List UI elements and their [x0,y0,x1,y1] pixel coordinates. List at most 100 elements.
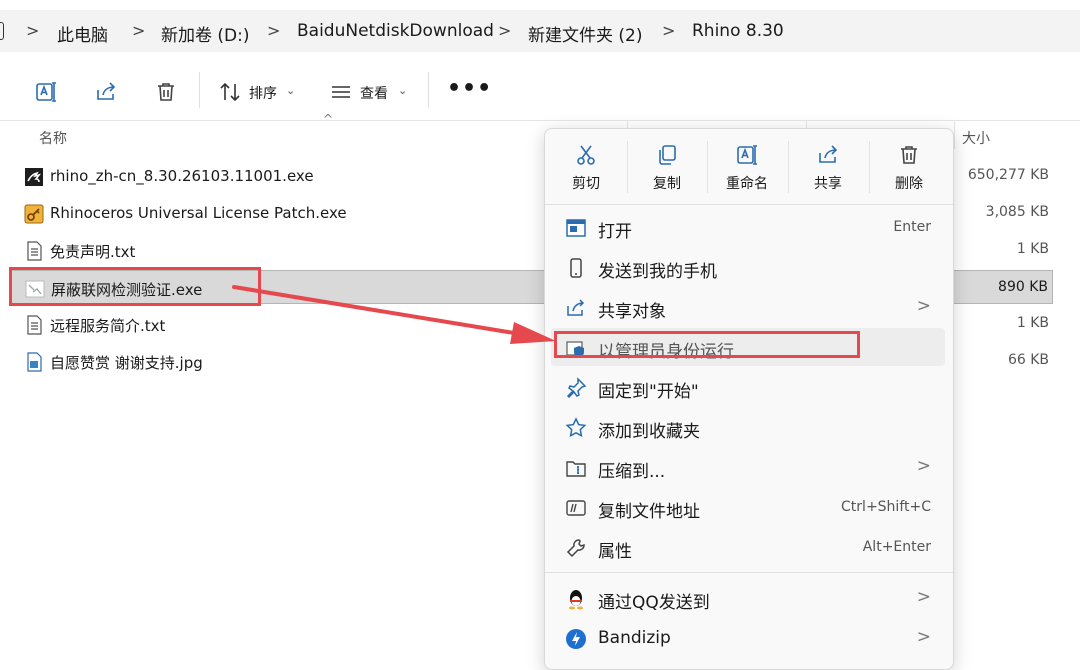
chevron-right-icon: > [916,456,931,476]
file-size: 890 KB [998,279,1048,295]
sort-button[interactable]: 排序 [249,83,277,103]
breadcrumb-item-rhino[interactable]: Rhino 8.30 [692,21,784,41]
rename-button[interactable]: 重命名 [712,139,782,199]
star-icon [565,417,587,439]
menu-item-shortcut: Enter [893,219,931,235]
menu-item-label: 固定到"开始" [598,382,699,402]
toolbar-divider [199,72,200,108]
breadcrumb-item-new-folder[interactable]: 新建文件夹 (2) [528,21,642,46]
breadcrumb-separator: > [26,21,40,40]
menu-item-add-favorites[interactable]: 添加到收藏夹 [551,408,945,446]
phone-icon [565,257,587,279]
share-button[interactable]: 共享 [793,139,863,199]
rename-icon[interactable] [34,80,58,104]
cut-icon [577,145,595,165]
menu-item-bandizip[interactable]: Bandizip > [551,619,945,657]
breadcrumb-item-drive-d[interactable]: 新加卷 (D:) [161,21,250,46]
text-file-icon [24,315,44,335]
menu-item-label: 添加到收藏夹 [598,422,700,442]
menu-item-label: 属性 [598,542,632,562]
copy-button[interactable]: 复制 [632,139,702,199]
chevron-right-icon: > [916,587,931,607]
view-icon[interactable] [329,80,353,104]
toolbar-divider [428,72,429,108]
quick-action-divider [707,141,708,193]
open-icon [565,217,587,239]
menu-item-label: 共享对象 [598,302,666,322]
menu-item-shortcut: Ctrl+Shift+C [841,499,931,515]
chevron-down-icon: ⌄ [398,84,408,97]
sort-caret-icon: ^ [323,112,334,126]
delete-icon [901,146,917,164]
menu-item-compress-to[interactable]: 压缩到... > [551,448,945,486]
menu-separator [545,204,953,205]
breadcrumb-item-baidunetdisk[interactable]: BaiduNetdiskDownload [297,21,494,41]
delete-button[interactable]: 删除 [874,139,944,199]
rename-label: 重命名 [726,176,768,192]
rhino-exe-icon [24,167,44,187]
delete-icon[interactable] [154,80,178,104]
view-button[interactable]: 查看 [360,83,388,103]
file-name: rhino_zh-cn_8.30.26103.11001.exe [50,167,314,185]
copy-label: 复制 [653,176,681,192]
qq-icon [565,588,587,610]
file-size: 66 KB [1007,352,1049,368]
menu-item-send-via-qq[interactable]: 通过QQ发送到 > [551,579,945,617]
breadcrumb-separator: > [132,21,146,40]
image-file-icon [24,352,44,372]
file-name: 免责声明.txt [50,243,136,261]
file-size: 1 KB [1016,315,1049,331]
zip-folder-icon [565,457,587,479]
cut-button[interactable]: 剪切 [551,139,621,199]
menu-item-send-to-phone[interactable]: 发送到我的手机 [551,248,945,286]
menu-item-properties[interactable]: 属性 Alt+Enter [551,528,945,566]
rename-icon [737,145,757,165]
chevron-right-icon: > [916,627,931,647]
menu-item-label: 发送到我的手机 [598,262,717,282]
menu-item-shortcut: Alt+Enter [862,539,931,555]
file-size: 3,085 KB [985,204,1049,220]
chevron-down-icon: ⌄ [286,84,296,97]
bandizip-icon [565,628,587,650]
menu-item-pin-to-start[interactable]: 固定到"开始" [551,368,945,406]
delete-label: 删除 [895,176,923,192]
chevron-right-icon: > [916,296,931,316]
menu-item-label: 复制文件地址 [598,502,700,522]
breadcrumb-separator: > [267,21,281,40]
menu-item-copy-path[interactable]: 复制文件地址 Ctrl+Shift+C [551,488,945,526]
breadcrumb-separator: > [662,21,676,40]
breadcrumb-item-this-pc[interactable]: 此电脑 [57,21,108,46]
column-divider[interactable] [954,121,955,149]
pin-icon [565,377,587,399]
address-bar-edge-icon [0,22,4,40]
annotation-box-file [9,267,261,306]
breadcrumb-separator: > [498,21,512,40]
column-header-size[interactable]: 大小 [962,128,990,148]
file-size: 650,277 KB [967,167,1049,183]
context-menu: 剪切 复制 重命名 共享 删除 打开 Enter 发送到我的手机 共享对象 > … [544,128,954,670]
address-bar[interactable]: > 此电脑 > 新加卷 (D:) > BaiduNetdiskDownload … [0,0,1080,58]
menu-separator [545,572,953,573]
menu-item-share-with[interactable]: 共享对象 > [551,288,945,326]
share-icon[interactable] [94,80,118,104]
more-icon[interactable]: ••• [447,76,492,101]
share-icon [565,297,587,319]
menu-item-open[interactable]: 打开 Enter [551,208,945,246]
copy-icon [659,145,676,165]
column-header-name[interactable]: 名称 [39,128,67,148]
share-label: 共享 [814,176,842,192]
copy-path-icon [565,497,587,519]
share-icon [819,145,838,163]
menu-item-label: 压缩到... [598,462,666,482]
menu-item-label: 打开 [598,222,632,242]
sort-icon[interactable] [218,80,242,104]
patch-exe-icon [24,204,44,224]
annotation-box-admin [554,331,860,358]
command-bar: 排序 ⌄ 查看 ⌄ ••• [0,60,1080,121]
quick-action-divider [869,141,870,193]
quick-action-divider [627,141,628,193]
quick-action-divider [788,141,789,193]
menu-item-label: Bandizip [598,628,671,648]
wrench-icon [565,537,587,559]
cut-label: 剪切 [572,176,600,192]
